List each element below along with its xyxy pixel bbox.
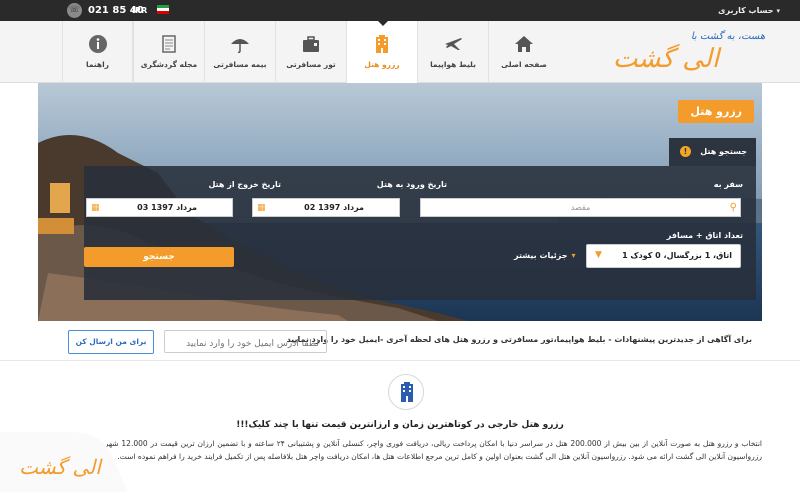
search-button[interactable]: جستجو [84,247,234,267]
checkin-date-field[interactable]: ▦ 02 مرداد 1397 [252,198,400,217]
iran-flag-icon[interactable] [157,5,169,14]
currency-selector[interactable]: IRR [132,6,147,15]
more-details-label: جزئیات بیشتر [514,251,568,260]
chevron-down-icon: ▾ [571,251,576,260]
newsletter-text: برای آگاهی از جدیدترین پیشنهادات - بلیط … [286,335,752,344]
destination-label: سفر به [713,180,743,189]
phone-icon: ☏ [67,3,82,18]
top-bar: حساب کاربری ☏ 021 85 40 IRR [0,0,800,21]
more-details-toggle[interactable]: جزئیات بیشتر ▾ [514,251,576,260]
tab-magazine[interactable]: مجله گردشگری [133,21,204,83]
info-icon [88,35,107,53]
tab-help-label: راهنما [86,60,109,69]
calendar-icon: ▦ [257,203,266,213]
search-form: سفر به تاریخ ورود به هتل تاریخ خروج از ه… [84,166,756,300]
tab-insurance-label: بیمه مسافرتی [213,60,267,69]
magazine-icon [162,35,176,53]
chevron-down-icon: ▼ [595,250,602,260]
hotel-icon [401,382,413,402]
elligasht-logo[interactable]: هست، به گشت با الی گشت [612,25,772,77]
checkin-date-value: 02 مرداد 1397 [304,203,364,212]
tab-hotel[interactable]: رزرو هتل [346,21,417,83]
account-menu[interactable]: حساب کاربری [718,6,780,15]
logo-name: الی گشت [613,43,722,74]
tab-flights[interactable]: بلیط هواپیما [417,21,488,83]
rooms-value: 1 اتاق، 1 بزرگسال، 0 کودک [622,251,732,260]
home-icon [515,36,533,52]
info-body-line-2: الی گشت ارائه می شود. رزرواسیون آنلاین ه… [117,452,707,461]
tab-magazine-label: مجله گردشگری [140,60,198,69]
destination-field[interactable]: ⚲ مقصد [420,198,741,217]
checkin-label: تاریخ ورود به هتل [376,180,447,189]
info-body: انتخاب و رزرو هتل به صورت آنلاین از بین … [82,437,762,463]
newsletter-bar: برای آگاهی از جدیدترین پیشنهادات - بلیط … [0,321,800,361]
email-input[interactable] [165,333,326,355]
calendar-icon: ▦ [91,203,100,213]
tab-tours-label: تور مسافرتی [286,60,336,69]
tab-home[interactable]: صفحه اصلی [488,21,559,83]
tab-hotel-search[interactable]: ! جستجو هتل [669,138,756,166]
tab-insurance[interactable]: بیمه مسافرتی [204,21,275,83]
tab-home-label: صفحه اصلی [501,60,547,69]
tab-tours[interactable]: تور مسافرتی [275,21,346,83]
hotel-icon-circle [388,374,424,410]
hero-banner: رزرو هتل ! جستجو هتل سفر به تاریخ ورود ب… [38,83,762,321]
logo-slogan: هست، به گشت با [691,30,765,42]
airplane-icon [445,38,462,50]
rooms-passengers-select[interactable]: ▼ 1 اتاق، 1 بزرگسال، 0 کودک [586,244,741,268]
tab-help[interactable]: راهنما [62,21,133,83]
hotel-icon [376,35,388,53]
tab-hotel-label: رزرو هتل [364,60,400,69]
tab-hotel-search-label: جستجو هتل [700,147,747,156]
hotel-reservation-badge: رزرو هتل [678,100,754,123]
checkout-label: تاریخ خروج از هتل [208,180,281,189]
rooms-label: تعداد اتاق + مسافر [666,231,743,240]
floating-logo-badge[interactable]: الی گشت [0,432,128,492]
info-title: رزرو هتل خارجی در کوتاهترین زمان و ارزان… [236,420,564,430]
hotel-search-panel: ! جستجو هتل سفر به تاریخ ورود به هتل تار… [84,138,756,300]
umbrella-icon [231,39,249,54]
checkout-date-value: 03 مرداد 1397 [137,203,197,212]
info-icon: ! [680,146,691,157]
floating-logo-text: الی گشت [19,455,103,479]
tour-bag-icon [303,36,319,52]
destination-placeholder: مقصد [570,203,591,212]
send-to-me-button[interactable]: برای من ارسال کن [68,330,154,354]
checkout-date-field[interactable]: ▦ 03 مرداد 1397 [86,198,233,217]
email-field[interactable] [164,330,327,355]
tab-flights-label: بلیط هواپیما [430,60,476,69]
